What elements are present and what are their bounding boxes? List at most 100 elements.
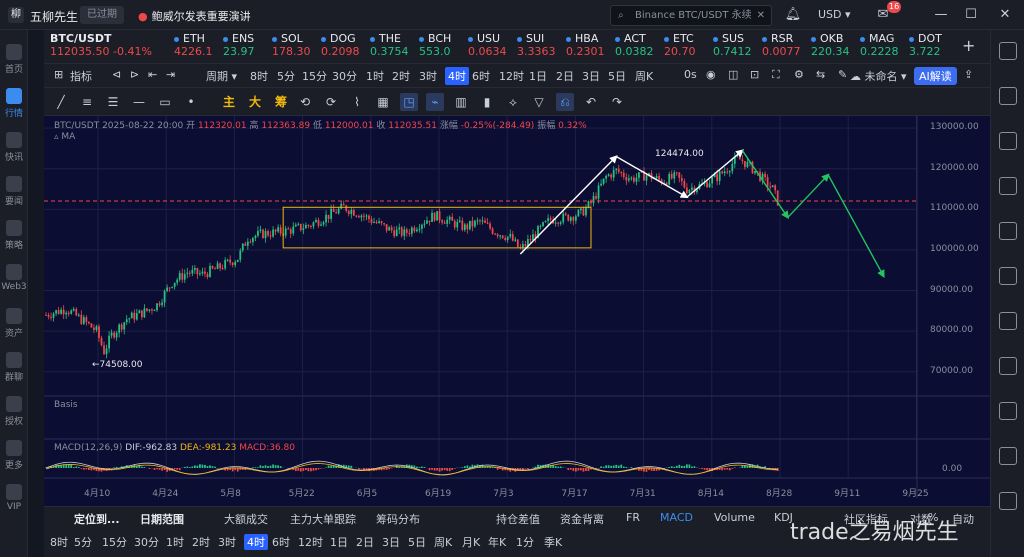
ticker-item[interactable]: ACT 0.0382 (615, 32, 660, 62)
ticker-item[interactable]: HBA 0.2301 (566, 32, 611, 62)
right-tool-icon[interactable] (999, 402, 1017, 420)
timeframe-button[interactable]: 3时 (419, 68, 437, 84)
timeframe-button[interactable]: 2时 (392, 68, 410, 84)
timeframe-button[interactable]: 5日 (608, 68, 626, 84)
period-button[interactable]: 8时 (50, 534, 68, 550)
draw-tool-icon[interactable]: ╱ (52, 93, 70, 111)
sidebar-item-8[interactable]: 授权 (0, 396, 28, 427)
period-button[interactable]: 1时 (166, 534, 184, 550)
main-tool-button[interactable]: 大 (246, 93, 264, 111)
nav-icon[interactable]: ⇤ (148, 68, 157, 81)
indicator-tab[interactable]: 筹码分布 (376, 511, 420, 527)
chart-tool-icon[interactable]: ▽ (530, 93, 548, 111)
main-tool-button[interactable]: 主 (220, 93, 238, 111)
chart-option-icon[interactable]: ◉ (706, 68, 716, 81)
chart-tool-icon[interactable]: ▦ (374, 93, 392, 111)
indicator-tab[interactable]: FR (626, 511, 640, 524)
draw-tool-icon[interactable]: • (182, 93, 200, 111)
period-button[interactable]: 15分 (102, 534, 127, 550)
draw-tool-icon[interactable]: ☰ (104, 93, 122, 111)
indicator-button[interactable]: 指标 (70, 68, 92, 84)
ma-legend[interactable]: ▵ MA (54, 132, 75, 142)
period-button[interactable]: 30分 (134, 534, 159, 550)
indicator-tab[interactable]: 定位到... (74, 511, 120, 527)
ticker-item[interactable]: SOL 178.30 (272, 32, 317, 62)
sidebar-item-7[interactable]: 群聊 (0, 352, 28, 383)
ticker-item[interactable]: RSR 0.0077 (762, 32, 807, 62)
minimize-icon[interactable]: — (932, 6, 950, 24)
indicator-tab[interactable]: 持仓差值 (496, 511, 540, 527)
period-button[interactable]: 周K (434, 534, 452, 550)
indicator-tab[interactable]: Volume (714, 511, 755, 524)
symbol-search-input[interactable]: ⌕ Binance BTC/USDT 永续 ✕ (610, 5, 772, 26)
sidebar-item-0[interactable]: 首页 (0, 44, 28, 75)
right-tool-icon[interactable] (999, 267, 1017, 285)
ticker-item[interactable]: SUI 3.3363 (517, 32, 562, 62)
ticker-item[interactable]: DOT 3.722 (909, 32, 954, 62)
period-button[interactable]: 月K (462, 534, 480, 550)
right-tool-icon[interactable] (999, 222, 1017, 240)
chart-tool-icon[interactable]: ⎌ (556, 93, 574, 111)
ticker-item[interactable]: SUS 0.7412 (713, 32, 758, 62)
ticker-item[interactable]: ETH 4226.1 (174, 32, 219, 62)
nav-icon[interactable]: ⊲ (112, 68, 121, 81)
sidebar-item-10[interactable]: VIP (0, 484, 28, 512)
period-button[interactable]: 季K (544, 534, 562, 550)
layout-name-dropdown[interactable]: ☁ 未命名 ▾ (850, 68, 907, 84)
sidebar-item-5[interactable]: Web3 (0, 264, 28, 292)
period-button[interactable]: 1分 (516, 534, 534, 550)
timeframe-button[interactable]: 2日 (556, 68, 574, 84)
chart-tool-icon[interactable]: ⟲ (296, 93, 314, 111)
news-headline[interactable]: ● 鲍威尔发表重要演讲 (138, 8, 251, 24)
timeframe-button[interactable]: 4时 (445, 67, 469, 85)
chart-tool-icon[interactable]: ⟡ (504, 93, 522, 111)
chart-tool-icon[interactable]: ↷ (608, 93, 626, 111)
sidebar-item-6[interactable]: 资产 (0, 308, 28, 339)
ticker-item[interactable]: USU 0.0634 (468, 32, 513, 62)
draw-tool-icon[interactable]: — (130, 93, 148, 111)
right-tool-icon[interactable] (999, 132, 1017, 150)
draw-tool-icon[interactable]: ▭ (156, 93, 174, 111)
expired-badge[interactable]: 已过期 (80, 6, 124, 24)
timeframe-button[interactable]: 3日 (582, 68, 600, 84)
sidebar-item-9[interactable]: 更多 (0, 440, 28, 471)
ticker-item[interactable]: ETC 20.70 (664, 32, 709, 62)
right-tool-icon[interactable] (999, 177, 1017, 195)
period-button[interactable]: 年K (488, 534, 506, 550)
ticker-item[interactable]: THE 0.3754 (370, 32, 415, 62)
chart-option-icon[interactable]: ⇆ (816, 68, 825, 81)
period-button[interactable]: 3时 (218, 534, 236, 550)
period-button[interactable]: 5分 (74, 534, 92, 550)
maximize-icon[interactable]: ☐ (962, 6, 980, 24)
period-button[interactable]: 2日 (356, 534, 374, 550)
indicator-tab[interactable]: 日期范围 (140, 511, 184, 527)
timeframe-button[interactable]: 12时 (499, 68, 524, 84)
ticker-item[interactable]: OKB 220.34 (811, 32, 856, 62)
main-tool-button[interactable]: 筹 (272, 93, 290, 111)
ticker-item[interactable]: ENS 23.97 (223, 32, 268, 62)
share-icon[interactable]: ⇪ (964, 68, 973, 81)
right-tool-icon[interactable] (999, 87, 1017, 105)
add-ticker-button[interactable]: + (962, 36, 975, 55)
chart-tool-icon[interactable]: ◳ (400, 93, 418, 111)
indicator-tab[interactable]: 资金背离 (560, 511, 604, 527)
ai-interpret-button[interactable]: AI解读 (914, 67, 957, 85)
chart-area[interactable]: BTC/USDT 2025-08-22 20:00 开 112320.01 高 … (44, 116, 990, 512)
indicator-tab[interactable]: 主力大单跟踪 (290, 511, 356, 527)
indicator-tab[interactable]: MACD (660, 511, 693, 524)
currency-select[interactable]: USD ▾ (818, 8, 851, 21)
chart-tool-icon[interactable]: ⟳ (322, 93, 340, 111)
chart-tool-icon[interactable]: ▥ (452, 93, 470, 111)
timeframe-button[interactable]: 1时 (366, 68, 384, 84)
right-tool-icon[interactable] (999, 42, 1017, 60)
chart-tool-icon[interactable]: ⌇ (348, 93, 366, 111)
right-tool-icon[interactable] (999, 312, 1017, 330)
chart-tool-icon[interactable]: ▮ (478, 93, 496, 111)
right-tool-icon[interactable] (999, 447, 1017, 465)
period-button[interactable]: 2时 (192, 534, 210, 550)
timeframe-button[interactable]: 8时 (250, 68, 268, 84)
ticker-item[interactable]: MAG 0.2228 (860, 32, 905, 62)
nav-icon[interactable]: ⇥ (166, 68, 175, 81)
right-tool-icon[interactable] (999, 492, 1017, 510)
timeframe-button[interactable]: 1日 (529, 68, 547, 84)
